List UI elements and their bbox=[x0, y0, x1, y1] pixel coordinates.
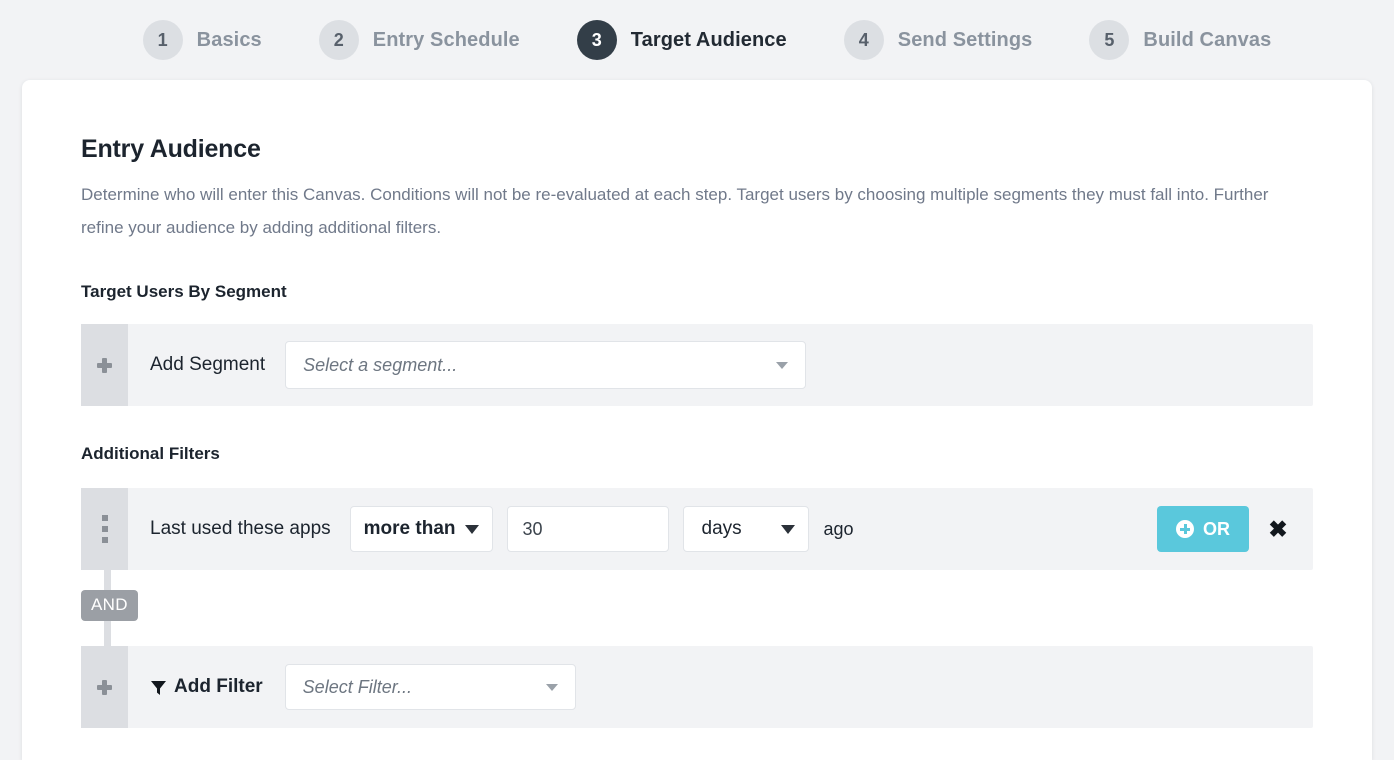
step-1-number: 1 bbox=[142, 20, 183, 60]
funnel-icon bbox=[151, 680, 166, 695]
filter-value-input[interactable] bbox=[506, 506, 669, 552]
add-filter-handle[interactable] bbox=[81, 646, 128, 728]
filter-attribute-label: Last used these apps bbox=[150, 518, 331, 539]
step-3-label: Target Audience bbox=[630, 28, 787, 51]
add-filter-label: Add Filter bbox=[174, 676, 263, 697]
segment-select[interactable]: Select a segment... bbox=[285, 341, 807, 389]
chevron-down-icon bbox=[545, 683, 558, 691]
step-5-label: Build Canvas bbox=[1143, 28, 1272, 51]
plus-icon bbox=[97, 679, 112, 695]
segment-select-placeholder: Select a segment... bbox=[303, 354, 458, 375]
step-4-number: 4 bbox=[843, 20, 884, 60]
step-3-number: 3 bbox=[576, 20, 617, 60]
plus-icon bbox=[97, 357, 112, 373]
plus-circle-icon bbox=[1176, 520, 1194, 538]
remove-filter-button[interactable]: ✖ bbox=[1257, 517, 1299, 541]
add-segment-label: Add Segment bbox=[150, 354, 266, 375]
page-title: Entry Audience bbox=[81, 135, 261, 163]
add-filter-row: Add Filter Select Filter... bbox=[81, 646, 1313, 728]
step-2-entry-schedule[interactable]: 2 Entry Schedule bbox=[318, 20, 520, 60]
add-segment-handle[interactable] bbox=[81, 324, 128, 406]
filter-unit-value: days bbox=[701, 518, 742, 539]
segment-section-heading: Target Users By Segment bbox=[81, 282, 287, 301]
filter-suffix-label: ago bbox=[823, 518, 854, 539]
add-segment-row: Add Segment Select a segment... bbox=[81, 324, 1313, 406]
and-badge: AND bbox=[81, 590, 138, 621]
filter-select-placeholder: Select Filter... bbox=[302, 676, 413, 697]
chevron-down-icon bbox=[464, 524, 479, 534]
step-2-label: Entry Schedule bbox=[372, 28, 520, 51]
step-4-label: Send Settings bbox=[897, 28, 1033, 51]
filter-row-body: Last used these apps more than days ago … bbox=[128, 488, 1313, 570]
filters-section-heading: Additional Filters bbox=[81, 444, 220, 463]
step-3-target-audience[interactable]: 3 Target Audience bbox=[576, 20, 787, 60]
filter-operator-select[interactable]: more than bbox=[349, 506, 493, 552]
wizard-stepper: 1 Basics 2 Entry Schedule 3 Target Audie… bbox=[0, 0, 1394, 80]
chevron-down-icon bbox=[780, 524, 795, 534]
add-filter-body: Add Filter Select Filter... bbox=[128, 646, 1313, 728]
and-connector: AND bbox=[81, 570, 1313, 646]
drag-dots-icon bbox=[101, 515, 108, 543]
filter-operator-value: more than bbox=[363, 518, 456, 539]
add-or-condition-button[interactable]: OR bbox=[1157, 506, 1249, 552]
step-4-send-settings[interactable]: 4 Send Settings bbox=[843, 20, 1033, 60]
filter-unit-select[interactable]: days bbox=[682, 506, 809, 552]
step-1-label: Basics bbox=[196, 28, 262, 51]
step-5-build-canvas[interactable]: 5 Build Canvas bbox=[1089, 20, 1271, 60]
filter-drag-handle[interactable] bbox=[81, 488, 128, 570]
filter-select[interactable]: Select Filter... bbox=[284, 664, 576, 710]
add-or-condition-label: OR bbox=[1203, 518, 1230, 539]
step-5-number: 5 bbox=[1089, 20, 1130, 60]
entry-audience-card: Entry Audience Determine who will enter … bbox=[22, 80, 1372, 760]
filter-row: Last used these apps more than days ago … bbox=[81, 488, 1313, 570]
add-segment-body: Add Segment Select a segment... bbox=[128, 324, 1313, 406]
page-description: Determine who will enter this Canvas. Co… bbox=[81, 185, 1269, 237]
step-2-number: 2 bbox=[318, 20, 359, 60]
add-filter-label-group: Add Filter bbox=[150, 676, 263, 698]
chevron-down-icon bbox=[776, 361, 789, 369]
step-1-basics[interactable]: 1 Basics bbox=[142, 20, 262, 60]
